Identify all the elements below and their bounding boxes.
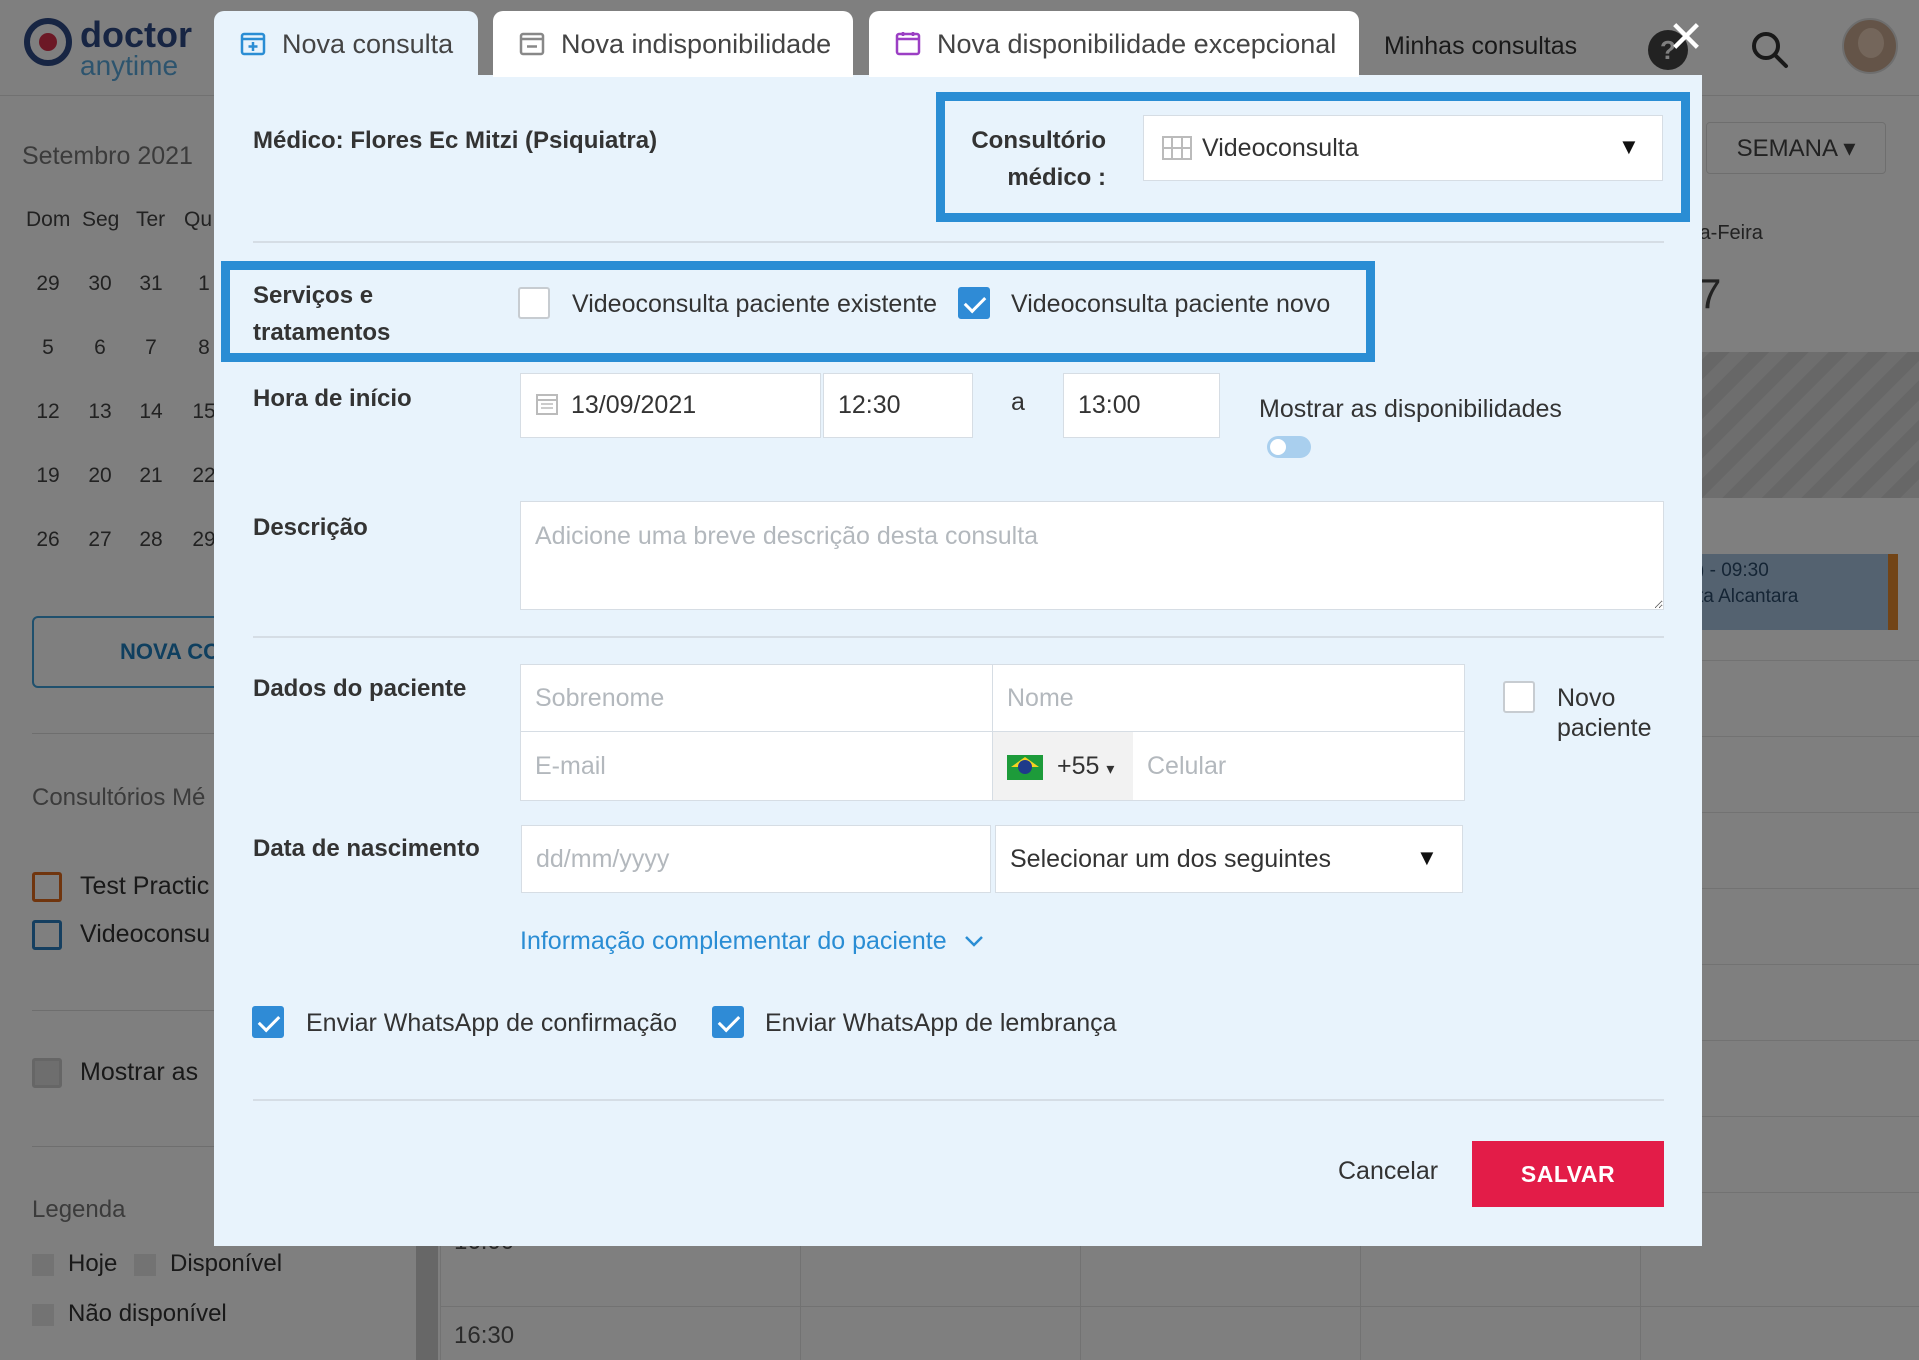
birth-date-label: Data de nascimento xyxy=(253,835,480,862)
whatsapp-reminder-checkbox[interactable] xyxy=(712,1006,744,1038)
whatsapp-confirmation-label: Enviar WhatsApp de confirmação xyxy=(306,1009,678,1037)
service-existing-label: Videoconsulta paciente existente xyxy=(572,290,938,318)
caret-down-icon: ▾ xyxy=(1106,761,1115,778)
calendar-minus-icon xyxy=(519,32,545,56)
time-range-separator: a xyxy=(1011,388,1025,416)
surname-field[interactable] xyxy=(520,664,993,732)
service-new-label: Videoconsulta paciente novo xyxy=(1011,290,1331,318)
more-info-label: Informação complementar do paciente xyxy=(520,927,947,955)
section-divider xyxy=(253,241,1664,243)
surname-input[interactable] xyxy=(535,665,992,731)
country-code-select[interactable]: +55 ▾ xyxy=(992,731,1134,801)
calendar-icon xyxy=(536,394,558,415)
patient-data-label: Dados do paciente xyxy=(253,675,467,702)
new-patient-label: Novo xyxy=(1557,684,1616,712)
new-appointment-modal xyxy=(214,75,1702,1246)
calendar-icon xyxy=(895,32,921,56)
dropdown-arrow-icon[interactable]: ▼ xyxy=(1416,845,1438,871)
show-availability-label: Mostrar as disponibilidades xyxy=(1259,395,1562,423)
name-field[interactable] xyxy=(992,664,1465,732)
office-label: médico : xyxy=(1007,164,1106,191)
date-value: 13/09/2021 xyxy=(571,391,697,419)
tab-new-unavailability[interactable]: Nova indisponibilidade xyxy=(493,11,853,77)
cancel-button[interactable]: Cancelar xyxy=(1338,1157,1438,1186)
brazil-flag-icon xyxy=(1007,754,1043,780)
email-input[interactable] xyxy=(535,732,992,800)
email-field[interactable] xyxy=(520,731,993,801)
tab-new-exceptional-availability[interactable]: Nova disponibilidade excepcional xyxy=(869,11,1359,77)
service-existing-checkbox[interactable] xyxy=(518,287,550,319)
country-code-value: +55 xyxy=(1057,752,1100,780)
chevron-down-icon xyxy=(964,936,983,947)
start-time-field[interactable]: 12:30 xyxy=(823,373,973,438)
description-textarea[interactable] xyxy=(520,501,1664,610)
name-input[interactable] xyxy=(1007,665,1464,731)
section-divider xyxy=(253,636,1664,638)
office-select-value: Videoconsulta xyxy=(1202,134,1359,162)
description-label: Descrição xyxy=(253,514,368,541)
new-patient-checkbox[interactable] xyxy=(1503,681,1535,713)
phone-input[interactable] xyxy=(1147,732,1464,800)
show-availability-toggle[interactable] xyxy=(1267,436,1311,458)
services-label: tratamentos xyxy=(253,319,391,346)
start-time-label: Hora de início xyxy=(253,385,412,412)
whatsapp-reminder-label: Enviar WhatsApp de lembrança xyxy=(765,1009,1117,1037)
tab-label: Nova consulta xyxy=(282,29,454,59)
grid-icon xyxy=(1162,136,1192,160)
new-patient-label: paciente xyxy=(1557,714,1652,742)
office-select[interactable]: Videoconsulta xyxy=(1143,115,1663,181)
service-new-checkbox[interactable] xyxy=(958,287,990,319)
more-patient-info-link[interactable]: Informação complementar do paciente xyxy=(520,927,984,956)
end-time-field[interactable]: 13:00 xyxy=(1063,373,1220,438)
doctor-label: Médico: Flores Ec Mitzi (Psiquiatra) xyxy=(253,127,658,154)
save-button[interactable]: SALVAR xyxy=(1472,1141,1664,1207)
office-label: Consultório xyxy=(971,127,1106,154)
tab-new-appointment[interactable]: Nova consulta xyxy=(214,11,478,77)
tab-label: Nova indisponibilidade xyxy=(561,29,832,59)
birth-date-input[interactable] xyxy=(536,826,990,892)
date-field[interactable]: 13/09/2021 xyxy=(520,373,821,438)
services-label: Serviços e xyxy=(253,282,374,309)
dropdown-arrow-icon[interactable]: ▼ xyxy=(1618,134,1640,160)
close-icon[interactable]: ✕ xyxy=(1664,16,1708,60)
section-divider xyxy=(253,1099,1664,1101)
calendar-plus-icon xyxy=(240,32,266,56)
whatsapp-confirmation-checkbox[interactable] xyxy=(252,1006,284,1038)
gender-select[interactable]: Selecionar um dos seguintes xyxy=(995,825,1463,893)
phone-field[interactable] xyxy=(1133,731,1465,801)
birth-date-field[interactable] xyxy=(521,825,991,893)
tab-label: Nova disponibilidade excepcional xyxy=(937,29,1337,59)
